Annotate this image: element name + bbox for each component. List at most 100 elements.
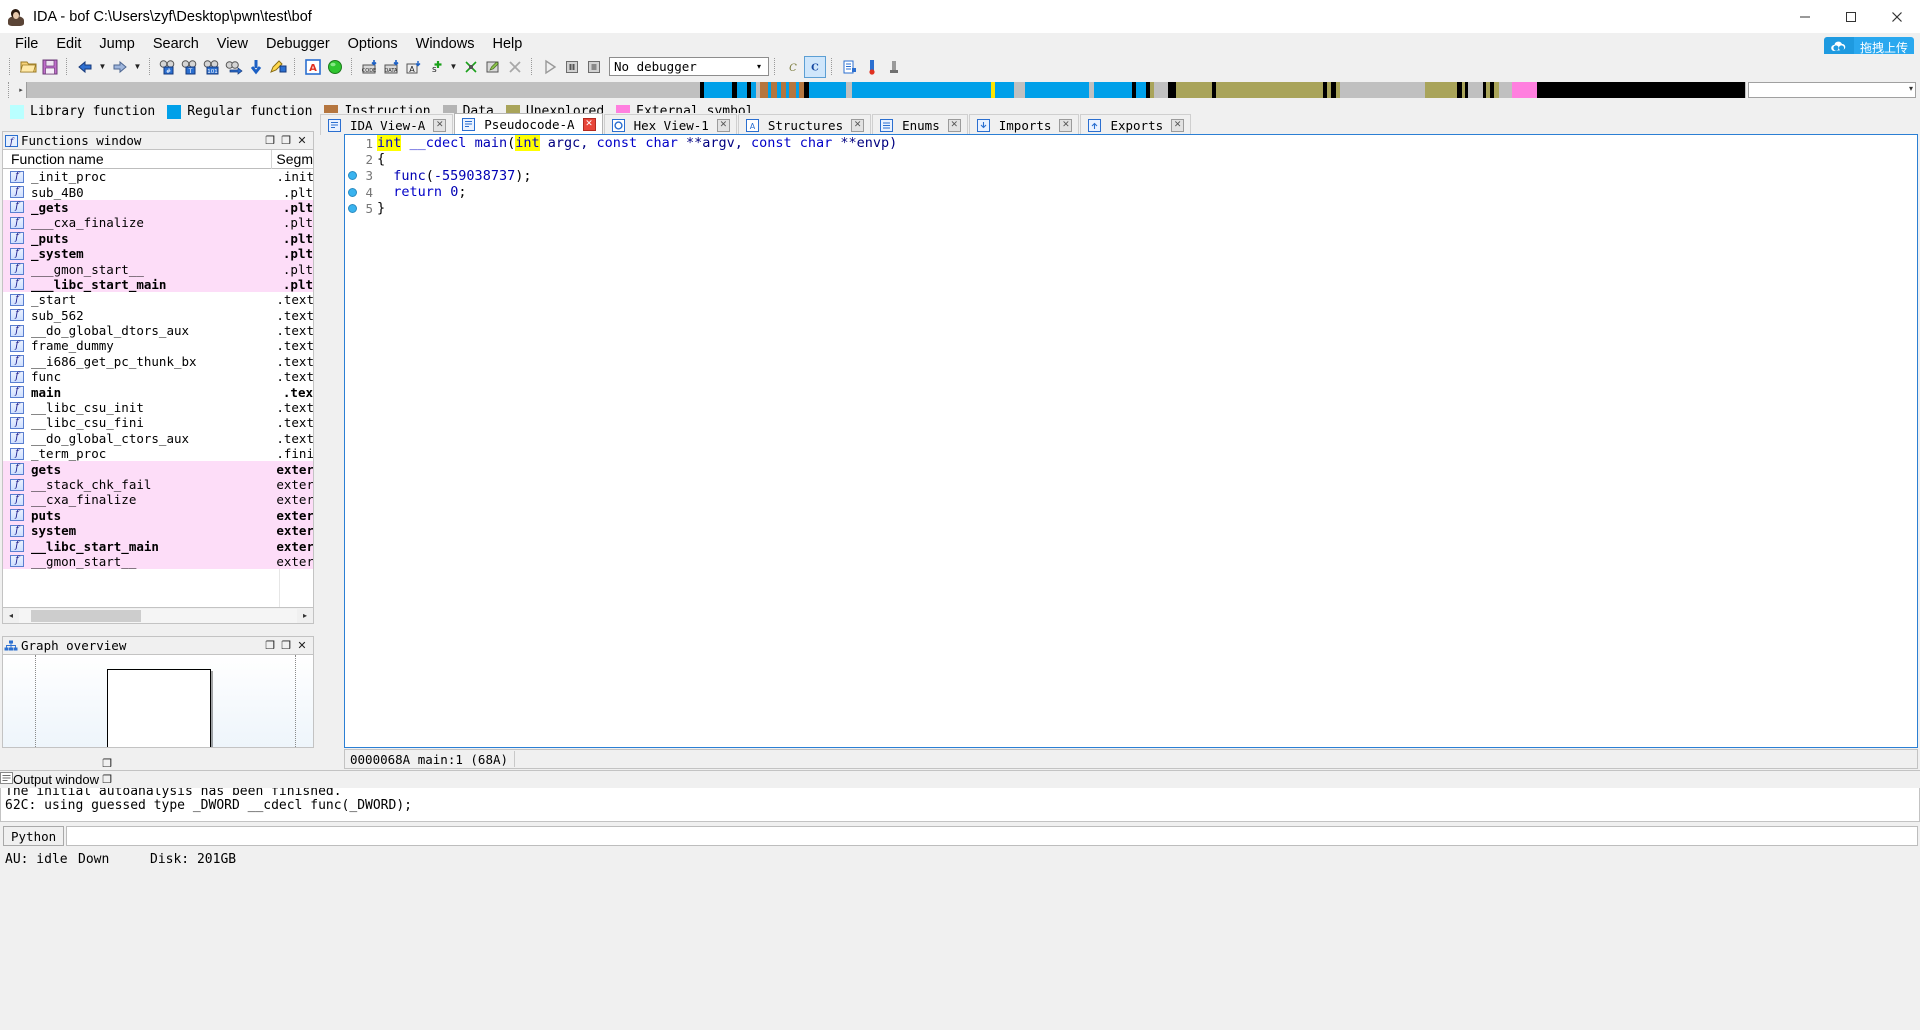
column-header-segment[interactable]: Segm	[272, 150, 313, 169]
tab-close-icon[interactable]: ✕	[1059, 118, 1073, 132]
code-line[interactable]: 4 return 0;	[345, 184, 1917, 200]
toolbar-grip-4[interactable]	[292, 57, 299, 76]
tab-close-icon[interactable]: ✕	[433, 118, 447, 132]
breakpoint-dot-icon[interactable]	[345, 203, 359, 213]
menu-options[interactable]: Options	[339, 34, 407, 54]
table-row[interactable]: f ___libc_start_main .plt	[3, 276, 313, 293]
restore-button[interactable]: ❐	[262, 638, 278, 654]
undefine-button[interactable]	[460, 56, 482, 78]
navigate-back-dropdown[interactable]: ▼	[96, 56, 109, 78]
menu-search[interactable]: Search	[144, 34, 208, 54]
navigate-back-button[interactable]	[74, 56, 96, 78]
open-file-button[interactable]	[17, 56, 39, 78]
tab-hex-view-1[interactable]: Hex View-1 ✕	[603, 114, 737, 135]
menu-edit[interactable]: Edit	[47, 34, 90, 54]
column-header-function-name[interactable]: Function name	[3, 150, 273, 169]
pause-button[interactable]	[561, 56, 583, 78]
close-button[interactable]	[1874, 0, 1920, 33]
code-line[interactable]: 1 int __cdecl main(int argc, const char *…	[345, 135, 1917, 152]
python-mode-button[interactable]: Python	[3, 826, 65, 846]
debugger-select[interactable]: No debugger ▾	[609, 57, 769, 76]
table-row[interactable]: f frame_dummy .text	[3, 338, 313, 354]
table-row[interactable]: f puts exter	[3, 507, 313, 523]
make-code-button[interactable]: CODE	[359, 56, 381, 78]
navband-scroll-left[interactable]: ▸	[16, 82, 26, 98]
table-row[interactable]: f __i686_get_pc_thunk_bx .text	[3, 353, 313, 370]
table-row[interactable]: f main .tex	[3, 384, 313, 400]
table-row[interactable]: f ___gmon_start__ .plt	[3, 261, 313, 277]
menu-view[interactable]: View	[208, 34, 257, 54]
close-button[interactable]: ✕	[294, 638, 310, 654]
table-row[interactable]: f sub_4B0 .plt	[3, 184, 313, 200]
make-data-button[interactable]: DATA	[381, 56, 403, 78]
table-row[interactable]: f sub_562 .text	[3, 307, 313, 323]
scroll-track[interactable]	[19, 608, 297, 623]
make-ascii-button[interactable]: A	[403, 56, 425, 78]
toolbar-grip-7[interactable]	[772, 57, 779, 76]
tab-exports[interactable]: Exports ✕	[1080, 114, 1192, 135]
chevron-down-icon[interactable]: ▾	[752, 58, 766, 75]
list-button[interactable]	[839, 56, 861, 78]
thermometer-button[interactable]	[861, 56, 883, 78]
decompile-active-button[interactable]: C	[804, 55, 826, 78]
navigate-forward-button[interactable]	[109, 56, 131, 78]
tab-structures[interactable]: A Structures ✕	[737, 114, 872, 135]
jump-xref-button[interactable]	[223, 56, 245, 78]
make-struct-dropdown[interactable]: ▼	[447, 56, 460, 78]
menu-jump[interactable]: Jump	[90, 34, 143, 54]
maximize-button[interactable]	[1828, 0, 1874, 33]
tab-close-icon[interactable]: ✕	[582, 118, 596, 131]
python-command-input[interactable]	[66, 826, 1918, 846]
menu-file[interactable]: File	[6, 34, 47, 54]
run-button[interactable]	[539, 56, 561, 78]
float-button[interactable]: ❐	[278, 133, 294, 149]
search-text-button[interactable]: T	[179, 56, 201, 78]
table-row[interactable]: f _start .text	[3, 292, 313, 308]
tab-close-icon[interactable]: ✕	[851, 118, 865, 132]
vertical-splitter[interactable]	[316, 131, 320, 748]
table-row[interactable]: f _gets .plt	[3, 199, 313, 216]
toolbar-grip[interactable]	[7, 57, 14, 76]
chevron-down-icon[interactable]: ▾	[1909, 84, 1913, 93]
toolbar-grip-8[interactable]	[829, 57, 836, 76]
table-row[interactable]: f _system .plt	[3, 245, 313, 262]
float-button[interactable]: ❐	[278, 638, 294, 654]
breakpoint-dot-icon[interactable]	[345, 171, 359, 181]
jump-down-button[interactable]	[245, 56, 267, 78]
minimize-button[interactable]	[1782, 0, 1828, 33]
breakpoint-dot-icon[interactable]	[345, 187, 359, 197]
menu-help[interactable]: Help	[483, 34, 531, 54]
table-row[interactable]: f func .text	[3, 369, 313, 385]
green-sphere-button[interactable]	[324, 56, 346, 78]
table-row[interactable]: f _puts .plt	[3, 230, 313, 246]
close-button[interactable]: ✕	[294, 133, 310, 149]
menu-windows[interactable]: Windows	[407, 34, 484, 54]
menu-debugger[interactable]: Debugger	[257, 34, 339, 54]
navigation-band[interactable]	[26, 82, 1746, 98]
code-line[interactable]: 5}	[345, 200, 1917, 216]
table-row[interactable]: f __stack_chk_fail exter	[3, 476, 313, 493]
pin-button[interactable]	[883, 56, 905, 78]
tab-close-icon[interactable]: ✕	[1171, 118, 1185, 132]
delete-button[interactable]	[504, 56, 526, 78]
table-row[interactable]: f __cxa_finalize exter	[3, 492, 313, 508]
pseudocode-editor[interactable]: 1 int __cdecl main(int argc, const char *…	[344, 134, 1918, 748]
toolbar-grip-2[interactable]	[64, 57, 71, 76]
stop-button[interactable]	[583, 56, 605, 78]
float-button[interactable]: ❐	[99, 772, 115, 788]
functions-hscrollbar[interactable]: ◂ ▸	[2, 608, 314, 624]
tab-enums[interactable]: Enums ✕	[872, 114, 968, 135]
toolbar-grip-3[interactable]	[147, 57, 154, 76]
search-binary-button[interactable]: 101	[201, 56, 223, 78]
graph-viewport-rect[interactable]	[107, 669, 211, 747]
restore-button[interactable]: ❐	[99, 756, 115, 772]
table-row[interactable]: f __do_global_dtors_aux .text	[3, 322, 313, 339]
tab-imports[interactable]: Imports ✕	[968, 114, 1080, 135]
table-row[interactable]: f __gmon_start__ exter	[3, 553, 313, 570]
decompile-c-button[interactable]: C	[782, 56, 804, 78]
tab-pseudocode-a[interactable]: Pseudocode-A ✕	[454, 113, 603, 135]
table-row[interactable]: f gets exter	[3, 461, 313, 477]
code-line[interactable]: 2{	[345, 151, 1917, 167]
code-line[interactable]: 3 func(-559038737);	[345, 168, 1917, 184]
edit-function-button[interactable]	[482, 56, 504, 78]
